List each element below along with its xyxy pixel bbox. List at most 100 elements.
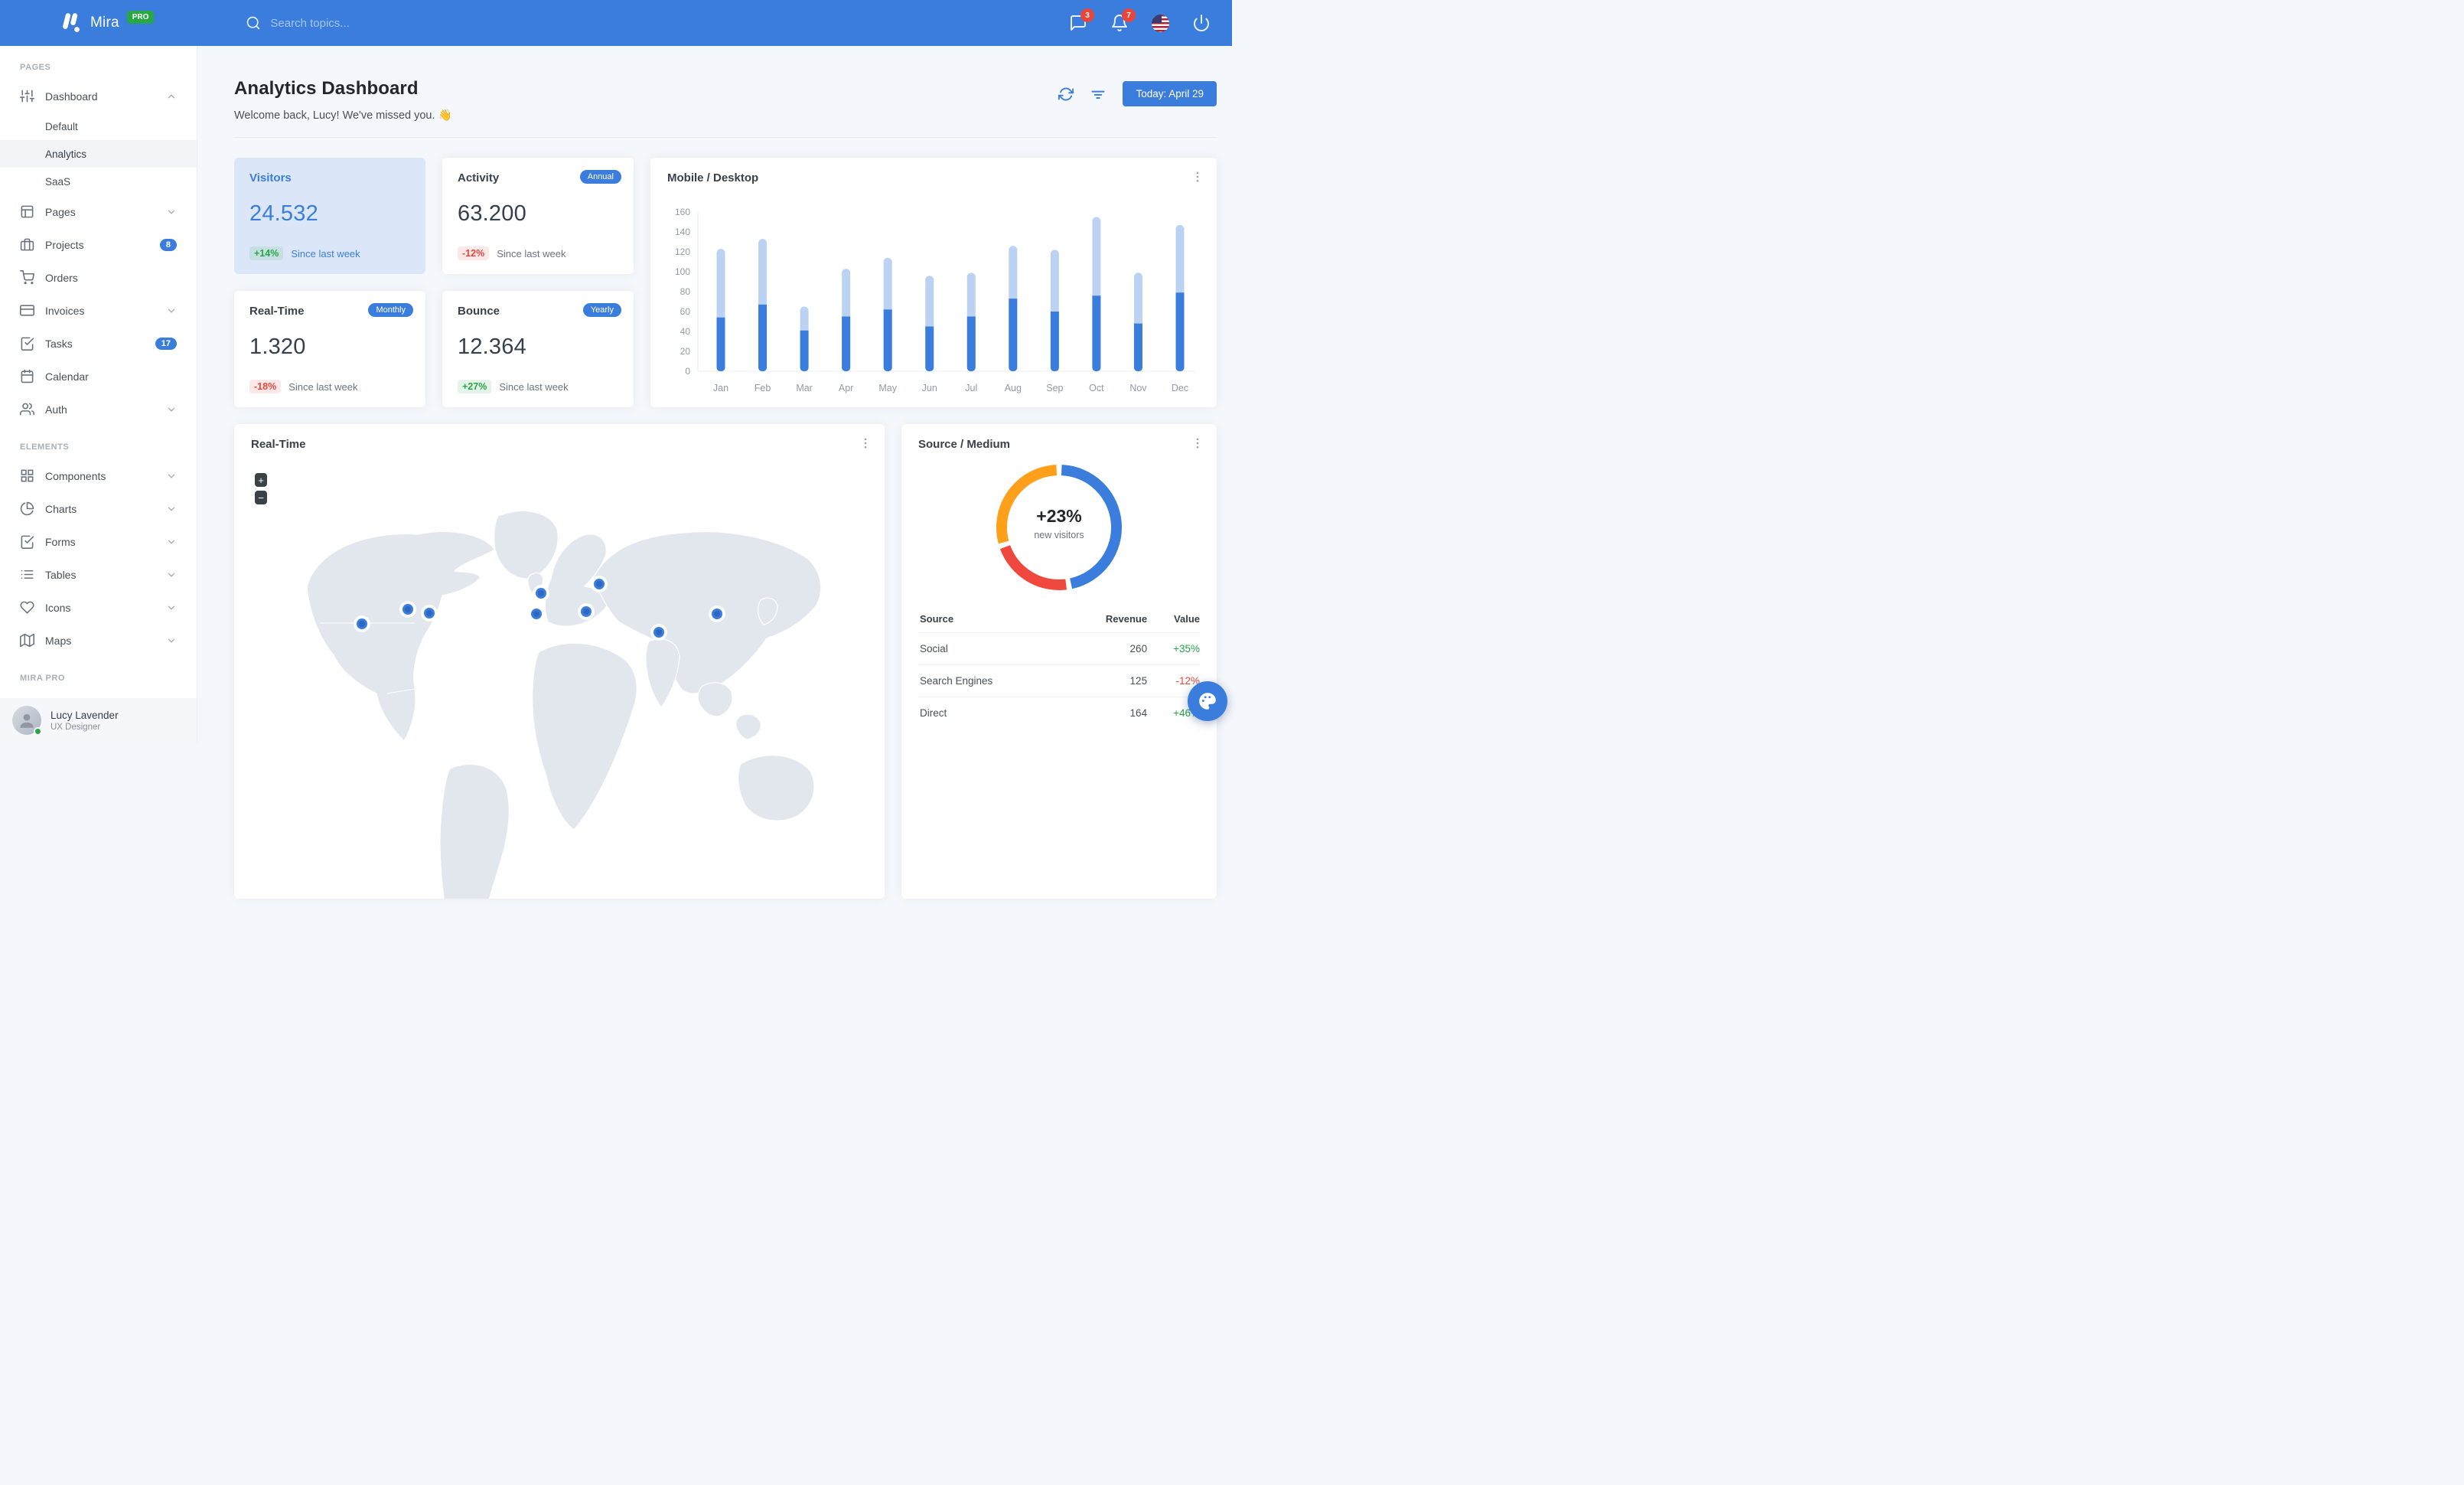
sidebar-item-maps[interactable]: Maps — [0, 624, 197, 657]
map-marker[interactable] — [533, 585, 549, 602]
stat-card-bounce[interactable]: Bounce Yearly 12.364 +27% Since last wee… — [442, 291, 634, 407]
sidebar-item-projects[interactable]: Projects 8 — [0, 228, 197, 261]
stats-and-chart-grid: Visitors 24.532 +14% Since last week Act… — [234, 158, 1217, 407]
navbar-search[interactable] — [246, 15, 439, 31]
tasks-badge: 17 — [155, 337, 177, 350]
source-medium-card: Source / Medium +23% new visitors Source… — [901, 424, 1217, 899]
stat-delta: -18% — [249, 380, 282, 393]
sidebar-item-icons[interactable]: Icons — [0, 591, 197, 624]
theme-customizer-button[interactable] — [1188, 681, 1227, 721]
stat-card-activity[interactable]: Activity Annual 63.200 -12% Since last w… — [442, 158, 634, 274]
stat-value: 1.320 — [249, 335, 306, 359]
more-vertical-icon[interactable] — [859, 436, 872, 450]
sidebar-item-label: Tasks — [45, 337, 73, 350]
pro-badge: PRO — [126, 10, 155, 24]
mira-logo-icon — [63, 13, 80, 32]
map-zoom-out-button[interactable]: − — [255, 491, 267, 504]
stat-delta: +27% — [458, 380, 492, 393]
world-map[interactable]: + − — [234, 464, 885, 899]
sidebar-item-saas[interactable]: SaaS — [0, 168, 197, 195]
map-zoom-in-button[interactable]: + — [255, 473, 267, 487]
map-title: Real-Time — [251, 438, 306, 451]
map-marker[interactable] — [528, 605, 545, 622]
map-marker[interactable] — [709, 605, 725, 622]
svg-text:160: 160 — [675, 207, 690, 217]
sign-out-button[interactable] — [1192, 14, 1211, 32]
search-input[interactable] — [270, 16, 439, 30]
stat-period-badge: Yearly — [582, 303, 621, 317]
more-vertical-icon[interactable] — [1191, 436, 1204, 450]
pie-chart-icon — [20, 501, 34, 516]
sidebar-item-label: Charts — [45, 502, 77, 515]
map-marker[interactable] — [421, 605, 438, 622]
sidebar-item-components[interactable]: Components — [0, 459, 197, 492]
notifications-button[interactable]: 7 — [1110, 8, 1136, 32]
chevron-down-icon — [168, 210, 175, 214]
layout-icon — [21, 205, 34, 218]
messages-badge: 3 — [1080, 8, 1094, 22]
table-row[interactable]: Social 260 +35% — [918, 632, 1200, 665]
stat-period-badge: Annual — [579, 170, 621, 184]
chevron-down-icon — [168, 573, 175, 577]
chevron-up-icon — [168, 93, 175, 98]
sidebar-item-pages[interactable]: Pages — [0, 195, 197, 228]
sidebar-item-forms[interactable]: Forms — [0, 525, 197, 558]
map-marker[interactable] — [591, 576, 608, 592]
more-vertical-icon[interactable] — [1191, 170, 1204, 184]
table-row[interactable]: Search Engines 125 -12% — [918, 664, 1200, 697]
sidebar-item-dashboard[interactable]: Dashboard — [0, 80, 197, 113]
svg-text:Jan: Jan — [713, 383, 728, 393]
map-marker[interactable] — [578, 603, 595, 620]
map-marker[interactable] — [399, 601, 416, 618]
sidebar-section-elements: ELEMENTS — [20, 442, 70, 452]
sidebar-item-analytics[interactable]: Analytics — [0, 140, 197, 168]
svg-text:Nov: Nov — [1129, 383, 1147, 393]
chevron-down-icon — [168, 638, 175, 643]
avatar — [12, 706, 42, 736]
cell-source: Social — [918, 632, 1066, 665]
language-flag-us[interactable] — [1152, 14, 1169, 32]
chevron-down-icon — [168, 308, 175, 313]
sidebar-item-invoices[interactable]: Invoices — [0, 294, 197, 327]
mobile-desktop-chart-card: Mobile / Desktop 0 20 40 60 80 100 120 140 160 Ja… — [650, 158, 1217, 407]
map-marker[interactable] — [354, 615, 370, 632]
brand[interactable]: Mira PRO — [0, 10, 155, 33]
header-divider — [234, 137, 1217, 138]
col-revenue: Revenue — [1105, 613, 1148, 625]
sidebar-item-auth[interactable]: Auth — [0, 393, 197, 426]
svg-text:Aug: Aug — [1005, 383, 1022, 393]
stat-value: 63.200 — [458, 201, 526, 226]
main-content: Analytics Dashboard Welcome back, Lucy! … — [197, 46, 1232, 899]
refresh-icon[interactable] — [1058, 86, 1074, 102]
svg-text:Mar: Mar — [796, 383, 813, 393]
sidebar-user[interactable]: Lucy Lavender UX Designer — [0, 698, 197, 742]
projects-badge: 8 — [159, 238, 177, 251]
sidebar-item-label: Maps — [45, 634, 72, 647]
filter-icon[interactable] — [1090, 86, 1106, 102]
stat-card-realtime[interactable]: Real-Time Monthly 1.320 -18% Since last … — [234, 291, 425, 407]
table-row[interactable]: Direct 164 +46% — [918, 697, 1200, 729]
map-marker[interactable] — [650, 624, 667, 641]
sidebar-item-label: Pages — [45, 205, 76, 218]
sidebar-item-tables[interactable]: Tables — [0, 558, 197, 591]
svg-text:80: 80 — [680, 286, 691, 297]
grid-icon — [21, 469, 34, 482]
sidebar-item-tasks[interactable]: Tasks 17 — [0, 327, 197, 360]
stat-card-visitors[interactable]: Visitors 24.532 +14% Since last week — [234, 158, 425, 274]
brand-name: Mira — [90, 15, 119, 31]
sidebar-item-default[interactable]: Default — [0, 113, 197, 140]
messages-button[interactable]: 3 — [1069, 8, 1094, 32]
sidebar-item-charts[interactable]: Charts — [0, 492, 197, 525]
date-button[interactable]: Today: April 29 — [1123, 81, 1217, 106]
stat-value: 12.364 — [458, 335, 526, 359]
sidebar-section-pages: PAGES — [20, 63, 51, 72]
chevron-down-icon — [168, 605, 175, 610]
sidebar-item-calendar[interactable]: Calendar — [0, 360, 197, 393]
check-square-icon — [21, 535, 34, 549]
svg-text:20: 20 — [680, 346, 691, 357]
cell-revenue: 125 — [1065, 664, 1148, 697]
svg-text:Dec: Dec — [1172, 383, 1188, 393]
notifications-badge: 7 — [1122, 8, 1136, 22]
sidebar-item-orders[interactable]: Orders — [0, 261, 197, 294]
svg-text:60: 60 — [680, 306, 691, 317]
